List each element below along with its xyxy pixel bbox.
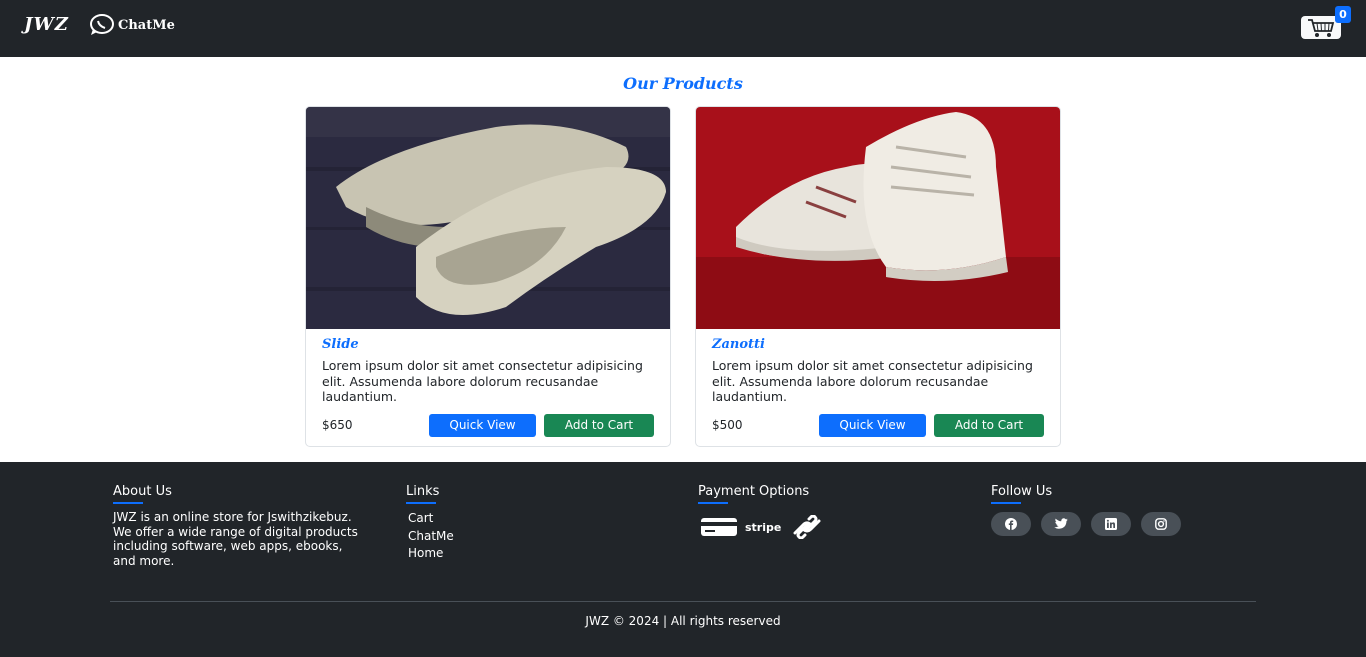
footer-about: About Us JWZ is an online store for Jswi…: [113, 484, 368, 568]
instagram-icon: [1155, 518, 1167, 530]
chatme-link[interactable]: ChatMe: [88, 14, 175, 36]
instagram-button[interactable]: [1141, 512, 1181, 536]
product-description: Lorem ipsum dolor sit amet consectetur a…: [322, 358, 643, 404]
heading-underline: [698, 502, 728, 504]
about-heading: About Us: [113, 484, 172, 499]
footer-divider: [110, 601, 1256, 602]
cart-icon: [1308, 18, 1335, 37]
add-to-cart-button[interactable]: Add to Cart: [544, 414, 654, 437]
product-name[interactable]: Slide: [322, 337, 359, 352]
brand-logo[interactable]: JWZ: [24, 14, 69, 35]
product-image-zanotti: [696, 107, 1060, 329]
quick-view-button[interactable]: Quick View: [819, 414, 926, 437]
heading-underline: [991, 502, 1021, 504]
about-text: JWZ is an online store for Jswithzikebuz…: [113, 510, 358, 568]
product-price: $650: [322, 418, 353, 432]
credit-card-icon: [701, 518, 737, 536]
footer-link-cart[interactable]: Cart: [408, 510, 454, 528]
follow-heading: Follow Us: [991, 484, 1053, 499]
facebook-icon: [1005, 518, 1017, 530]
payment-heading: Payment Options: [698, 484, 810, 499]
cart-count-badge: 0: [1335, 6, 1351, 23]
product-card: Slide Lorem ipsum dolor sit amet consect…: [305, 106, 671, 447]
footer-payment: Payment Options stripe: [698, 484, 825, 539]
links-heading: Links: [406, 484, 440, 499]
linkedin-button[interactable]: [1091, 512, 1131, 536]
facebook-button[interactable]: [991, 512, 1031, 536]
navbar: JWZ ChatMe 0: [0, 0, 1366, 57]
product-image-slide: [306, 107, 670, 329]
heading-underline: [406, 502, 436, 504]
footer-follow: Follow Us: [991, 484, 1191, 536]
footer-link-home[interactable]: Home: [408, 545, 454, 563]
add-to-cart-button[interactable]: Add to Cart: [934, 414, 1044, 437]
whatsapp-icon: [90, 14, 114, 35]
product-price: $500: [712, 418, 743, 432]
product-card: Zanotti Lorem ipsum dolor sit amet conse…: [695, 106, 1061, 447]
chatme-label: ChatMe: [118, 17, 175, 33]
copyright-text: JWZ © 2024 | All rights reserved: [585, 614, 781, 628]
footer: About Us JWZ is an online store for Jswi…: [0, 462, 1366, 657]
twitter-button[interactable]: [1041, 512, 1081, 536]
product-name[interactable]: Zanotti: [712, 337, 765, 352]
quick-view-button[interactable]: Quick View: [429, 414, 536, 437]
heading-underline: [113, 502, 143, 504]
link-icon: [793, 515, 821, 539]
stripe-label: stripe: [745, 520, 782, 534]
footer-links: Links Cart ChatMe Home: [406, 484, 454, 563]
product-description: Lorem ipsum dolor sit amet consectetur a…: [712, 358, 1033, 404]
page-title: Our Products: [623, 74, 743, 93]
twitter-icon: [1054, 518, 1068, 529]
footer-link-chatme[interactable]: ChatMe: [408, 528, 454, 546]
linkedin-icon: [1105, 518, 1117, 530]
